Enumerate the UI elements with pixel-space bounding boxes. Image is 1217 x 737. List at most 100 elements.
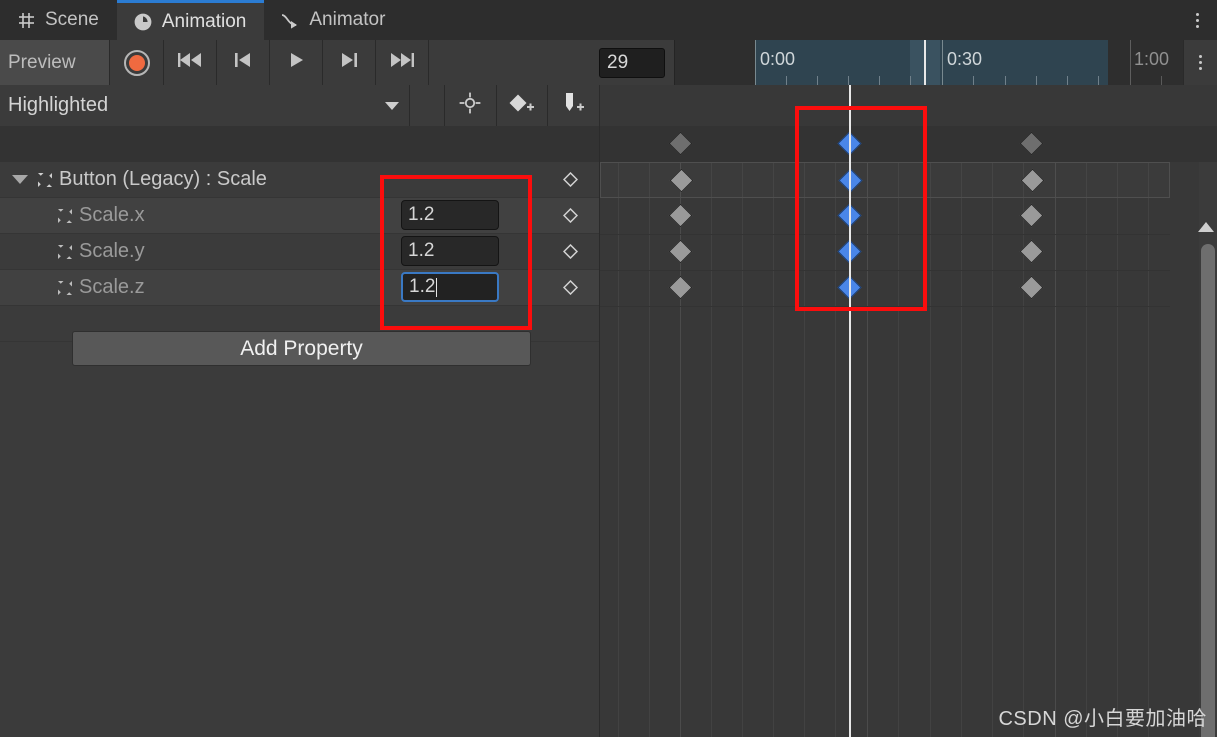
group-keyframe-toggle[interactable] bbox=[547, 162, 593, 197]
tab-animator[interactable]: Animator bbox=[264, 0, 404, 40]
add-event-icon bbox=[560, 90, 588, 121]
skip-to-start-icon bbox=[175, 50, 205, 75]
tab-scene-label: Scene bbox=[45, 9, 99, 30]
filter-target-icon bbox=[458, 91, 482, 120]
current-frame-input[interactable]: 29 bbox=[599, 47, 665, 78]
value-input-scale-x[interactable]: 1.2 bbox=[401, 200, 499, 230]
skip-to-end-button[interactable] bbox=[376, 40, 429, 85]
tab-animation-label: Animation bbox=[161, 10, 247, 32]
unity-animation-window: Scene Animation Animator Preview 29 0:00… bbox=[0, 0, 1217, 737]
property-list-header-strip bbox=[0, 126, 600, 163]
keyframe-toggle-scale-y[interactable] bbox=[547, 234, 593, 269]
scale-icon bbox=[56, 243, 74, 261]
keyframe-toggle-scale-x[interactable] bbox=[547, 198, 593, 233]
ruler-tick-minor bbox=[1036, 76, 1037, 85]
playback-toolbar: Preview 29 0:00 0:30 1:00 bbox=[0, 40, 1217, 85]
clip-selector-dropdown[interactable]: Highlighted bbox=[0, 85, 410, 126]
previous-frame-button[interactable] bbox=[217, 40, 270, 85]
add-property-button[interactable]: Add Property bbox=[72, 331, 531, 366]
ruler-tick-minor bbox=[879, 76, 880, 85]
keyframe-marker[interactable] bbox=[1019, 275, 1044, 300]
add-keyframe-button[interactable] bbox=[497, 85, 549, 126]
dope-row-scale-x[interactable] bbox=[600, 162, 1170, 198]
skip-to-end-icon bbox=[387, 50, 417, 75]
panel-divider[interactable] bbox=[599, 85, 600, 737]
ruler-tick-minor bbox=[1161, 76, 1162, 85]
keyframe-marker[interactable] bbox=[668, 131, 693, 156]
tab-animator-label: Animator bbox=[309, 9, 386, 30]
ruler-tick-major bbox=[755, 40, 756, 85]
timeline-options-menu-button[interactable] bbox=[1183, 40, 1217, 85]
timeline-ruler[interactable]: 0:00 0:30 1:00 bbox=[674, 40, 1217, 85]
ruler-tick-minor bbox=[786, 76, 787, 85]
keyframe-marker[interactable] bbox=[668, 203, 693, 228]
property-row-scale-z[interactable]: Scale.z bbox=[0, 270, 600, 306]
playhead-line[interactable] bbox=[849, 85, 851, 737]
property-list: Button (Legacy) : Scale Scale.x Scale.y … bbox=[0, 162, 600, 737]
next-frame-button[interactable] bbox=[323, 40, 376, 85]
keyframe-marker[interactable] bbox=[1019, 203, 1044, 228]
keyframe-marker[interactable] bbox=[668, 239, 693, 264]
filter-target-button[interactable] bbox=[445, 85, 497, 126]
ruler-tick-minor bbox=[817, 76, 818, 85]
value-input-scale-y[interactable]: 1.2 bbox=[401, 236, 499, 266]
scroll-up-arrow-icon[interactable] bbox=[1198, 222, 1214, 232]
transition-arrow-icon bbox=[280, 10, 300, 30]
ruler-label-1: 0:30 bbox=[947, 49, 983, 69]
property-group-row[interactable]: Button (Legacy) : Scale bbox=[0, 162, 600, 198]
chevron-down-icon bbox=[384, 101, 399, 110]
kebab-menu-icon bbox=[1195, 12, 1199, 28]
clip-toolbar: Highlighted bbox=[0, 85, 600, 126]
ruler-tick-minor bbox=[910, 76, 911, 85]
add-event-button[interactable] bbox=[548, 85, 600, 126]
ruler-tick-minor bbox=[1098, 76, 1099, 85]
tab-bar: Scene Animation Animator bbox=[0, 0, 1217, 40]
vertical-scrollbar[interactable] bbox=[1198, 162, 1217, 737]
keyframe-marker[interactable] bbox=[1020, 168, 1045, 193]
add-keyframe-icon bbox=[508, 91, 536, 120]
tab-bar-spacer bbox=[403, 0, 1177, 40]
skip-to-start-button[interactable] bbox=[164, 40, 217, 85]
value-input-scale-z-text: 1.2 bbox=[409, 276, 436, 297]
foldout-expanded-icon[interactable] bbox=[12, 175, 28, 184]
preview-toggle-button[interactable]: Preview bbox=[0, 40, 110, 85]
ruler-tick-minor bbox=[848, 76, 849, 85]
keyframe-marker[interactable] bbox=[669, 168, 694, 193]
ruler-tick-minor bbox=[973, 76, 974, 85]
value-input-scale-z[interactable]: 1.2 bbox=[401, 272, 499, 302]
keyframe-marker[interactable] bbox=[668, 275, 693, 300]
record-button[interactable] bbox=[110, 40, 164, 85]
property-label-scale-z: Scale.z bbox=[79, 276, 145, 298]
ruler-tick-minor bbox=[1005, 76, 1006, 85]
record-icon bbox=[123, 49, 150, 76]
tab-overflow-menu-button[interactable] bbox=[1177, 0, 1217, 40]
playhead-ruler[interactable] bbox=[924, 40, 926, 85]
property-group-label: Button (Legacy) : Scale bbox=[59, 168, 267, 190]
dope-row-extra[interactable] bbox=[600, 270, 1170, 307]
tab-animation[interactable]: Animation bbox=[116, 0, 265, 40]
text-cursor bbox=[436, 277, 438, 297]
property-label-scale-x: Scale.x bbox=[79, 204, 145, 226]
watermark: CSDN @小白要加油哈 bbox=[998, 708, 1207, 730]
property-row-scale-x[interactable]: Scale.x bbox=[0, 198, 600, 234]
property-row-scale-y[interactable]: Scale.y bbox=[0, 234, 600, 270]
scrollbar-thumb[interactable] bbox=[1201, 244, 1215, 737]
dope-sheet bbox=[600, 85, 1217, 737]
keyframe-marker[interactable] bbox=[1019, 131, 1044, 156]
toolbar-spacer bbox=[429, 40, 599, 85]
clip-selector-label: Highlighted bbox=[8, 94, 109, 116]
dope-row-scale-y[interactable] bbox=[600, 198, 1170, 235]
ruler-tick-major bbox=[1130, 40, 1131, 85]
scale-icon bbox=[56, 207, 74, 225]
next-frame-icon bbox=[337, 50, 361, 75]
keyframe-toggle-scale-z[interactable] bbox=[547, 270, 593, 305]
ruler-tick-minor bbox=[1067, 76, 1068, 85]
tab-scene[interactable]: Scene bbox=[0, 0, 117, 40]
dope-row-scale-z[interactable] bbox=[600, 234, 1170, 271]
ruler-label-2: 1:00 bbox=[1134, 49, 1170, 69]
ruler-label-0: 0:00 bbox=[760, 49, 796, 69]
dope-row-summary[interactable] bbox=[600, 126, 1170, 163]
keyframe-marker[interactable] bbox=[1019, 239, 1044, 264]
ruler-tick-major bbox=[942, 40, 943, 85]
play-button[interactable] bbox=[270, 40, 323, 85]
